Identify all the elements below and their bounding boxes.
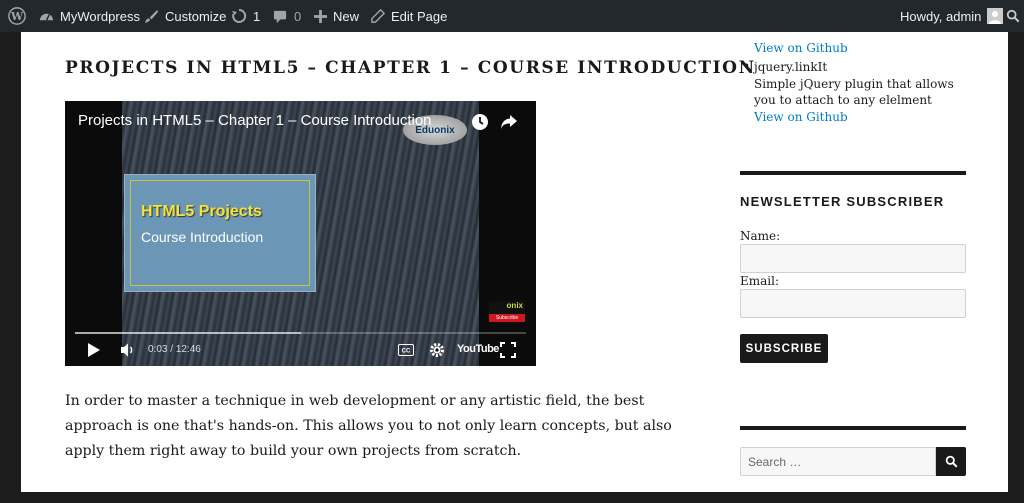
plugin-name: jquery.linkIt bbox=[754, 60, 828, 74]
channel-subscribe: Subscribe bbox=[489, 314, 525, 322]
post-body: In order to master a technique in web de… bbox=[65, 393, 672, 459]
fullscreen-icon[interactable] bbox=[500, 341, 516, 359]
edit-page-link[interactable]: Edit Page bbox=[371, 0, 447, 32]
new-label: New bbox=[333, 8, 360, 24]
settings-gear-icon[interactable] bbox=[429, 341, 445, 359]
volume-icon[interactable] bbox=[120, 341, 136, 359]
updates-link[interactable]: 1 bbox=[231, 0, 260, 32]
sidebar: View on Github • jquery.linkIt Simple jQ… bbox=[740, 32, 966, 492]
updates-count: 1 bbox=[253, 8, 261, 24]
video-player[interactable]: HTML5 Projects Course Introduction Eduon… bbox=[65, 101, 536, 366]
slide-subheading: Course Introduction bbox=[141, 229, 264, 245]
admin-bar: W MyWordpress Customize 1 0 New Edit Pag… bbox=[0, 0, 1024, 32]
progress-bar[interactable] bbox=[75, 332, 526, 334]
dashboard-icon bbox=[39, 9, 54, 24]
magnifier-icon bbox=[945, 455, 957, 468]
new-content-link[interactable]: New bbox=[314, 0, 359, 32]
site-name: MyWordpress bbox=[60, 8, 140, 24]
progress-played bbox=[75, 332, 301, 334]
my-account-menu[interactable]: Howdy, admin bbox=[900, 0, 1004, 32]
email-field[interactable] bbox=[740, 289, 966, 318]
view-on-github-link[interactable]: View on Github bbox=[754, 110, 848, 124]
slide-heading: HTML5 Projects bbox=[141, 203, 262, 220]
paintbrush-icon bbox=[144, 9, 159, 24]
pencil-icon bbox=[371, 9, 385, 23]
site-name-menu[interactable]: MyWordpress bbox=[39, 0, 140, 32]
channel-badge-text: onix bbox=[506, 301, 523, 310]
comments-link[interactable]: 0 bbox=[273, 0, 301, 32]
watch-later-icon[interactable] bbox=[470, 112, 490, 132]
play-icon[interactable] bbox=[87, 341, 101, 359]
greeting: Howdy, admin bbox=[900, 8, 982, 24]
sidebar-search-input[interactable] bbox=[740, 447, 936, 476]
name-field[interactable] bbox=[740, 244, 966, 273]
comments-count: 0 bbox=[294, 8, 302, 24]
captions-icon[interactable]: CC bbox=[398, 341, 414, 359]
newsletter-title: NEWSLETTER SUBSCRIBER bbox=[740, 194, 945, 209]
share-icon[interactable] bbox=[499, 112, 519, 132]
avatar bbox=[987, 8, 1004, 24]
video-slide: HTML5 Projects Course Introduction bbox=[124, 174, 316, 292]
svg-text:CC: CC bbox=[402, 349, 411, 355]
widget-divider-search bbox=[740, 426, 966, 430]
edit-page-label: Edit Page bbox=[391, 8, 448, 24]
comment-icon bbox=[273, 9, 288, 24]
view-on-github-link-previous[interactable]: View on Github bbox=[754, 41, 848, 55]
video-title[interactable]: Projects in HTML5 – Chapter 1 – Course I… bbox=[78, 112, 432, 129]
sidebar-search-button[interactable] bbox=[936, 447, 966, 476]
widget-divider bbox=[740, 171, 966, 175]
channel-watermark[interactable]: onix Subscribe bbox=[489, 301, 525, 323]
svg-text:W: W bbox=[10, 10, 24, 23]
youtube-logo[interactable]: YouTube bbox=[457, 343, 499, 355]
post-title: PROJECTS IN HTML5 – CHAPTER 1 – COURSE I… bbox=[65, 58, 756, 78]
name-label: Name: bbox=[740, 229, 781, 243]
plus-icon bbox=[314, 9, 327, 23]
plugin-description: Simple jQuery plugin that allows you to … bbox=[754, 76, 954, 108]
video-time: 0:03 / 12:46 bbox=[148, 344, 201, 355]
updates-icon bbox=[231, 8, 247, 24]
subscribe-button[interactable]: SUBSCRIBE bbox=[740, 334, 828, 363]
email-label: Email: bbox=[740, 274, 780, 288]
page-content: PROJECTS IN HTML5 – CHAPTER 1 – COURSE I… bbox=[21, 32, 1008, 492]
customize-label: Customize bbox=[165, 8, 227, 24]
search-icon[interactable] bbox=[1006, 0, 1020, 32]
wordpress-logo-icon[interactable]: W bbox=[8, 0, 26, 32]
plugin-entry: jquery.linkIt Simple jQuery plugin that … bbox=[754, 59, 966, 125]
customize-link[interactable]: Customize bbox=[144, 0, 226, 32]
list-bullet: • bbox=[743, 59, 751, 73]
